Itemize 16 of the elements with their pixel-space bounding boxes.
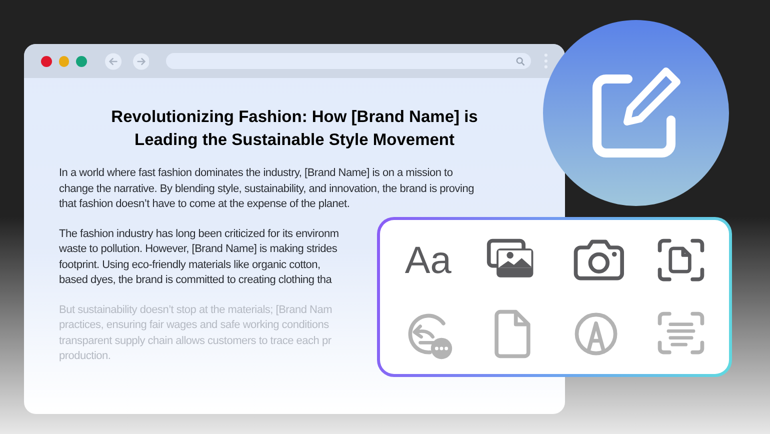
article-heading: Revolutionizing Fashion: How [Brand Name] is Leading the Sustainable Style Movement xyxy=(110,107,479,151)
forward-button[interactable] xyxy=(132,52,150,70)
paragraph-line: waste to pollution. However, [Brand Name] is making strides xyxy=(59,242,338,257)
paragraph-line: The fashion industry has long been criticized for its environm xyxy=(59,226,339,242)
back-button[interactable] xyxy=(105,52,122,70)
paragraph-line: change the narrative. By blending style, sustainability, and innovation, the brand is proving xyxy=(59,182,474,196)
paragraph-line: But sustainability doesn’t stop at the materials; [Brand Nam xyxy=(59,302,332,318)
paragraph-line: transparent supply chain allows customers to trace each pr xyxy=(59,334,332,348)
paragraph-line: that fashion doesn’t have to come at the expense of the planet. xyxy=(59,197,350,212)
paragraph-line: practices, ensuring fair wages and safe working conditions xyxy=(59,318,329,333)
paragraph-line: based dyes, the brand is committed to creating clothing tha xyxy=(59,273,332,288)
search-icon xyxy=(516,56,526,66)
paragraph-line: In a world where fast fashion dominates the industry, [Brand Name] is on a mission to xyxy=(59,166,453,181)
paragraph-line: production. xyxy=(59,349,111,364)
text-tool[interactable]: Aa xyxy=(404,240,452,280)
paragraph-line: footprint. Using eco-friendly materials like organic cotton, xyxy=(59,258,320,272)
